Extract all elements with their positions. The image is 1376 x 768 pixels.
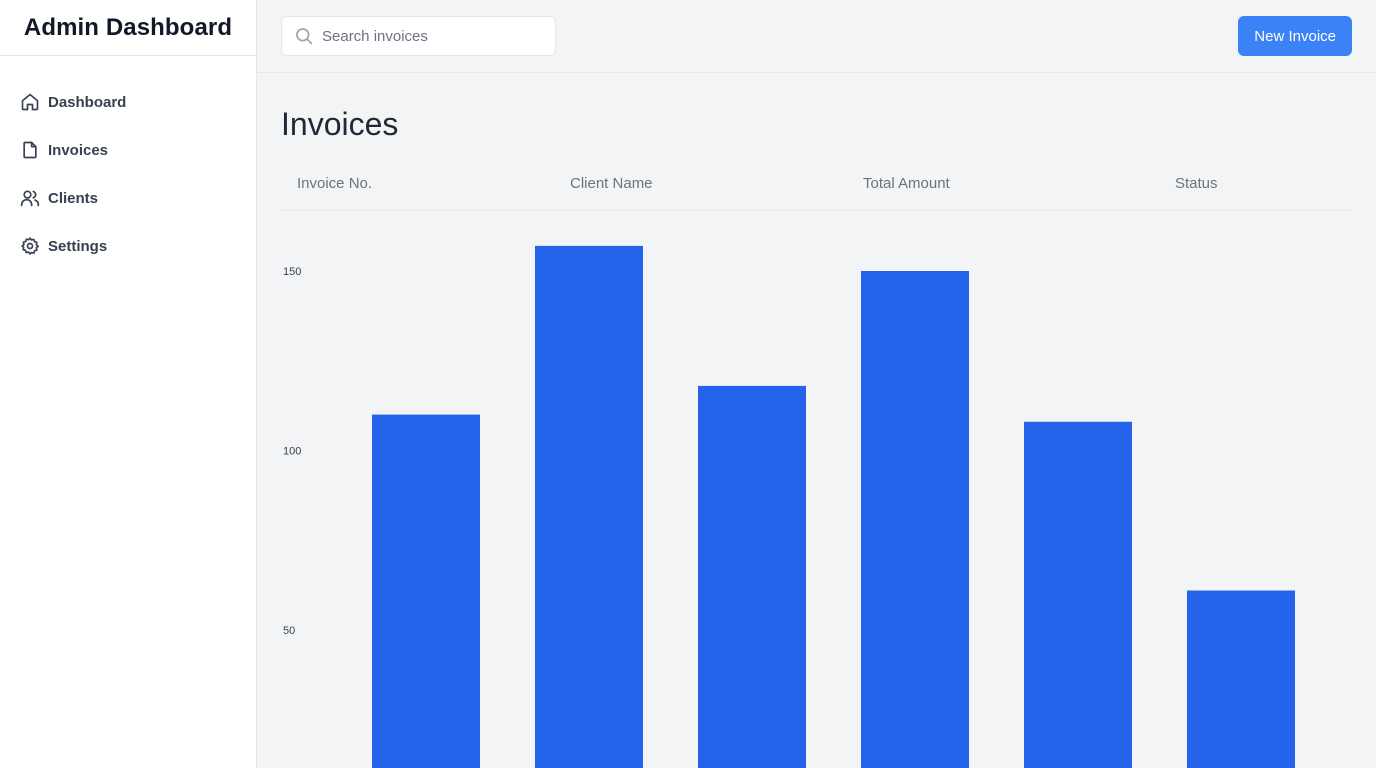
sidebar-item-invoices[interactable]: Invoices	[0, 126, 256, 174]
search-icon	[294, 26, 314, 46]
column-header-total-amount[interactable]: Total Amount	[863, 175, 950, 192]
column-header-invoice-no[interactable]: Invoice No.	[297, 175, 372, 192]
gear-icon	[20, 236, 40, 256]
sidebar-item-label: Dashboard	[48, 93, 127, 111]
app-title: Admin Dashboard	[23, 13, 233, 41]
page-title: Invoices	[281, 106, 399, 142]
chart-bar	[372, 414, 480, 768]
app-root: Admin Dashboard Dashboard Invoices Clien…	[0, 0, 1376, 768]
content: Invoices Invoice No. Client Name Total A…	[257, 106, 1376, 211]
new-invoice-button[interactable]: New Invoice	[1238, 16, 1352, 56]
y-tick-label: 50	[283, 625, 295, 637]
chart-bar	[535, 245, 643, 768]
brand: Admin Dashboard	[0, 0, 256, 56]
chart-canvas: 50 100 150	[283, 245, 1295, 768]
sidebar-item-label: Invoices	[48, 141, 109, 159]
sidebar-item-label: Clients	[48, 189, 99, 207]
main-area: New Invoice Invoices Invoice No. Client …	[257, 0, 1376, 768]
sidebar-item-settings[interactable]: Settings	[0, 222, 256, 270]
sidebar-item-label: Settings	[48, 237, 108, 255]
home-icon	[20, 92, 40, 112]
chart-bar	[698, 385, 806, 768]
column-header-client-name[interactable]: Client Name	[570, 175, 653, 192]
file-icon	[20, 140, 40, 160]
y-tick-label: 100	[283, 446, 301, 458]
chart-bar	[861, 271, 969, 768]
y-tick-label: 150	[283, 266, 301, 278]
sidebar-item-clients[interactable]: Clients	[0, 174, 256, 222]
column-header-status[interactable]: Status	[1175, 175, 1218, 192]
topbar: New Invoice	[257, 0, 1376, 73]
search-box[interactable]	[281, 16, 556, 56]
table-header: Invoice No. Client Name Total Amount Sta…	[281, 151, 1352, 211]
sidebar-item-dashboard[interactable]: Dashboard	[0, 78, 256, 126]
chart-bar	[1187, 590, 1295, 768]
users-icon	[20, 188, 40, 208]
sidebar-nav: Dashboard Invoices Clients Settings	[0, 56, 256, 270]
sidebar: Admin Dashboard Dashboard Invoices Clien…	[0, 0, 257, 768]
invoice-bar-chart: 50 100 150	[281, 214, 1353, 768]
search-input[interactable]	[322, 27, 542, 45]
chart-bar	[1024, 421, 1132, 768]
